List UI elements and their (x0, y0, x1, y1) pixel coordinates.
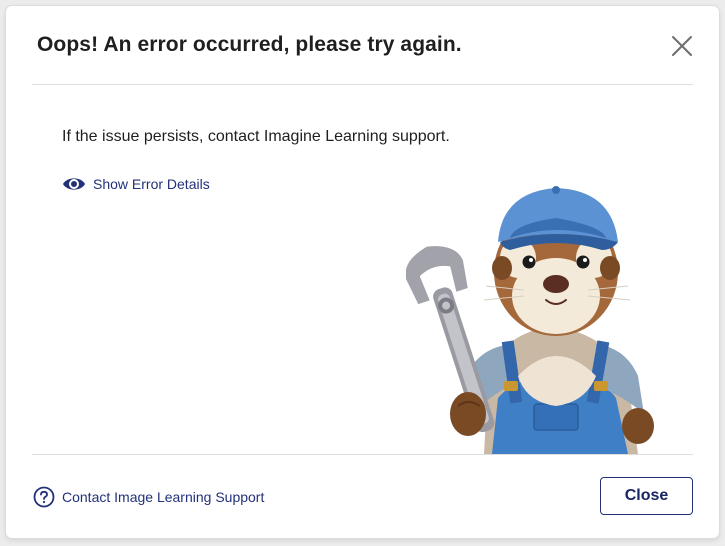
contact-support-label: Contact Image Learning Support (62, 489, 265, 505)
footer-divider (32, 454, 693, 455)
close-button[interactable]: Close (600, 477, 693, 515)
dialog-title: Oops! An error occurred, please try agai… (37, 33, 462, 56)
otter-mechanic-illustration (406, 186, 654, 454)
help-circle-icon (33, 486, 55, 508)
show-error-details-link[interactable]: Show Error Details (62, 174, 210, 194)
close-icon[interactable] (667, 31, 697, 61)
show-error-details-label: Show Error Details (93, 176, 210, 192)
header-divider (32, 84, 693, 85)
error-message: If the issue persists, contact Imagine L… (62, 128, 450, 145)
error-dialog: Oops! An error occurred, please try agai… (6, 6, 719, 538)
contact-support-link[interactable]: Contact Image Learning Support (33, 486, 264, 508)
eye-icon (63, 178, 85, 190)
